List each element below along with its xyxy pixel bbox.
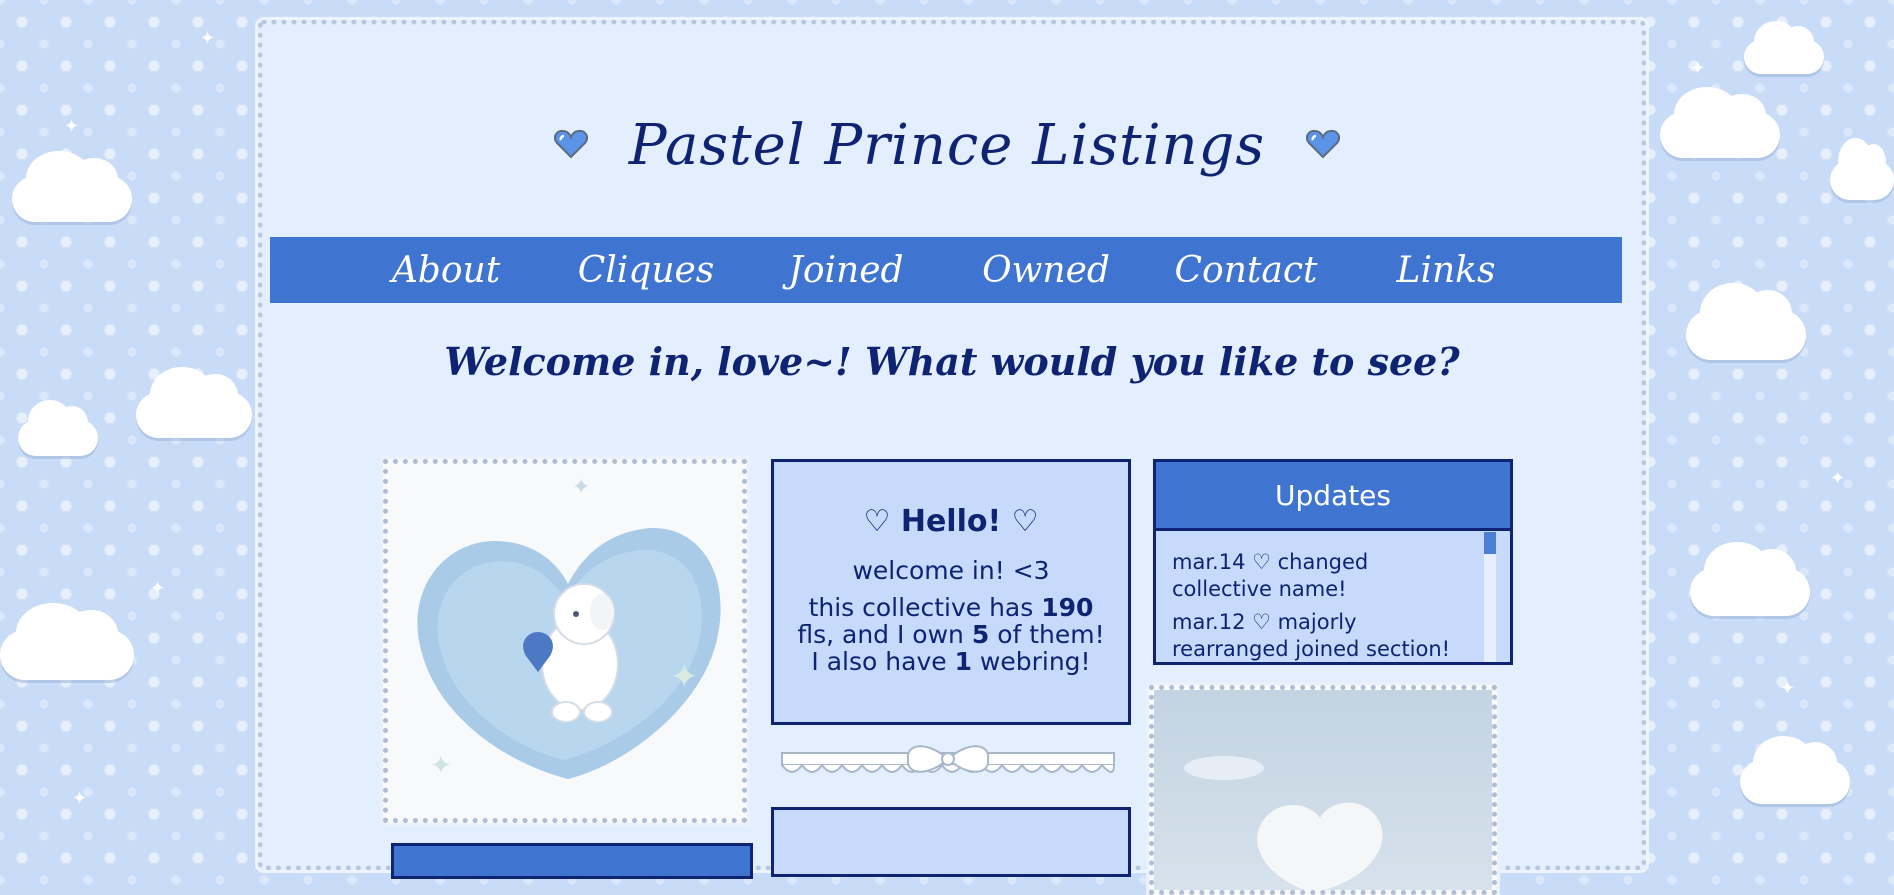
background-sparkle: ✦ bbox=[200, 28, 216, 49]
hello-stats: this collective has 190 fls, and I own 5… bbox=[774, 594, 1128, 675]
owned-count: 5 bbox=[971, 620, 990, 649]
heart-puppy-illustration: ✦ ✦ ✦ bbox=[388, 464, 742, 818]
site-title-row: Pastel Prince Listings bbox=[263, 113, 1631, 178]
nav-about[interactable]: About bbox=[346, 250, 546, 291]
heart-cloud-photo bbox=[1154, 690, 1492, 890]
heart-puppy-picture-card: ✦ ✦ ✦ bbox=[380, 456, 750, 826]
background-cloud bbox=[1690, 541, 1810, 616]
stats-suffix: webring! bbox=[971, 647, 1091, 676]
welcome-heading: Welcome in, love~! What would you like t… bbox=[444, 339, 1460, 384]
hello-title: ♡ Hello! ♡ bbox=[863, 504, 1039, 539]
background-cloud bbox=[1830, 138, 1894, 200]
background-cloud bbox=[0, 602, 134, 680]
fls-count: 190 bbox=[1041, 593, 1094, 622]
lower-left-panel-header bbox=[391, 843, 753, 879]
site-header: Pastel Prince Listings bbox=[263, 25, 1631, 235]
cloud-sky-picture-card bbox=[1146, 682, 1500, 895]
svg-text:✦: ✦ bbox=[572, 475, 590, 500]
bow-lace-icon bbox=[781, 745, 1115, 773]
updates-panel: Updates mar.14 ♡ changed collective name… bbox=[1153, 459, 1513, 665]
blue-heart-gem-icon bbox=[554, 129, 589, 158]
background-sparkle: ✦ bbox=[64, 116, 80, 137]
background-cloud bbox=[1660, 86, 1780, 158]
updates-list[interactable]: mar.14 ♡ changed collective name! mar.12… bbox=[1156, 531, 1510, 662]
background-cloud bbox=[12, 150, 132, 222]
lower-middle-panel bbox=[771, 807, 1131, 877]
background-cloud bbox=[1740, 735, 1850, 804]
update-entry: mar.14 ♡ changed collective name! bbox=[1172, 550, 1369, 601]
background-sparkle: ✦ bbox=[150, 578, 166, 599]
stats-mid-1: fls, and I own bbox=[797, 620, 972, 649]
webring-count: 1 bbox=[954, 647, 972, 676]
nav-links[interactable]: Links bbox=[1346, 250, 1546, 291]
nav-contact[interactable]: Contact bbox=[1146, 250, 1346, 291]
background-cloud bbox=[1686, 282, 1806, 360]
updates-scrollbar[interactable] bbox=[1484, 532, 1496, 662]
background-cloud bbox=[1744, 21, 1824, 74]
svg-text:✦: ✦ bbox=[430, 751, 452, 781]
background-sparkle: ✦ bbox=[1830, 468, 1846, 489]
svg-text:✦: ✦ bbox=[670, 657, 699, 697]
hello-welcome-line: welcome in! <3 bbox=[852, 556, 1050, 585]
nav-cliques[interactable]: Cliques bbox=[546, 250, 746, 291]
site-title: Pastel Prince Listings bbox=[628, 113, 1266, 178]
nav-joined[interactable]: Joined bbox=[746, 250, 946, 291]
background-sparkle: ✦ bbox=[72, 788, 88, 809]
background-cloud bbox=[136, 366, 252, 438]
background-sparkle: ✦ bbox=[1780, 678, 1796, 699]
update-entry: mar.12 ♡ majorly rearranged joined secti… bbox=[1172, 610, 1451, 661]
main-navigation: About Cliques Joined Owned Contact Links bbox=[270, 237, 1622, 303]
updates-scroll-thumb[interactable] bbox=[1484, 532, 1496, 554]
blue-heart-gem-icon bbox=[1305, 129, 1340, 158]
background-sparkle: ✦ bbox=[1690, 58, 1706, 79]
nav-owned[interactable]: Owned bbox=[946, 250, 1146, 291]
main-frame: Pastel Prince Listings About Cliques Joi… bbox=[255, 17, 1649, 895]
hello-panel: ♡ Hello! ♡ welcome in! <3 this collectiv… bbox=[771, 459, 1131, 725]
stats-prefix: this collective has bbox=[808, 593, 1042, 622]
updates-title: Updates bbox=[1156, 462, 1510, 531]
background-cloud bbox=[18, 400, 98, 456]
